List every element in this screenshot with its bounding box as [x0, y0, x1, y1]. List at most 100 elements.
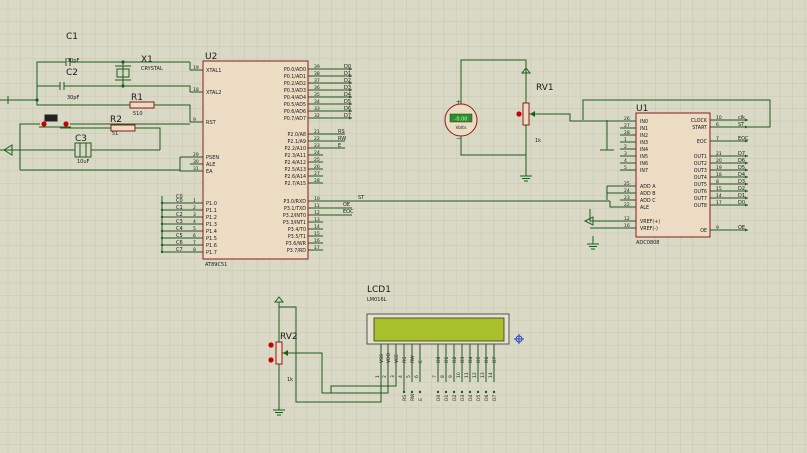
lcd-pin-number: 5: [406, 375, 412, 378]
u1-pin-name: OUT3: [694, 168, 707, 174]
u1-pin-name: IN5: [640, 154, 648, 160]
lcd-pin-number: 8: [440, 375, 446, 378]
u2-pin-number: 26: [314, 164, 320, 170]
bus-dot: [418, 390, 422, 394]
lcd-screen: [373, 317, 505, 342]
u2-pin-name: P1.1: [206, 208, 217, 214]
u1-pin-number: 7: [716, 136, 719, 142]
p0-net-label: D0: [344, 64, 351, 70]
lcd-net-label: RW: [410, 393, 416, 401]
u2-pin-number: 36: [314, 85, 320, 91]
lcd-net-label: D5: [476, 394, 482, 401]
u1-pin-name: IN3: [640, 140, 648, 146]
lcd-net-label: D2: [452, 394, 458, 401]
bus-dot: [468, 390, 472, 394]
u1-pin-number: 3: [624, 151, 627, 157]
u2-ref: U2: [205, 52, 217, 62]
lcd-pin-number: 13: [480, 372, 486, 378]
lcd-ref: LCD1: [367, 285, 391, 295]
u1-pin-name: IN7: [640, 168, 648, 174]
lcd-pin-name: D0: [436, 356, 442, 363]
c1-value: 30pF: [67, 58, 80, 64]
lcd-pin-name: VEE: [394, 354, 400, 363]
p2-net-label: RS: [338, 129, 345, 135]
u2-pin-number: 29: [193, 152, 199, 158]
lcd-pin-name: D3: [460, 356, 466, 363]
lcd-pin-number: 11: [464, 372, 470, 378]
u2-pin-name: P2.4/A12: [284, 160, 306, 166]
u2-pin-name: P2.2/A10: [284, 146, 306, 152]
u2-p0-net-labels: D0D1D2D3D4D5D6D7: [344, 64, 351, 119]
p2-net-label: RW: [338, 136, 346, 142]
u2-pin-name: P0.5/AD5: [284, 102, 306, 108]
rv1-value: 1k: [535, 138, 541, 144]
u2-pin-name: XTAL1: [206, 68, 221, 74]
u1-pin-number: 1: [624, 137, 627, 143]
u2-pin-name: P3.2/INT0: [283, 213, 306, 219]
lcd-net-label: D6: [484, 394, 490, 401]
u2-pin-name: P2.6/A14: [284, 174, 306, 180]
lcd-pin-number: 1: [375, 375, 381, 378]
p1-net-label: C4: [176, 226, 183, 232]
u1-pin-number: 26: [624, 116, 630, 122]
lcd-pin-number: 14: [488, 372, 494, 378]
r1-value: 510: [133, 111, 143, 117]
p1-net-label: C2: [176, 212, 183, 218]
u2-pin-name: P0.6/AD6: [284, 109, 306, 115]
u2-pin-name: P2.0/A8: [288, 132, 306, 138]
u1-pin-number: 18: [716, 172, 722, 178]
u2-pin-name: P1.3: [206, 222, 217, 228]
u1-pin-number: 9: [716, 225, 719, 231]
u2-pin-name: P3.0/RXD: [284, 199, 307, 205]
u1-net-label: D7: [738, 151, 745, 157]
rv1-body: [522, 102, 530, 126]
u2-pin-name: P2.3/A11: [284, 153, 306, 159]
c1-ref: C1: [66, 32, 78, 42]
u1-net-label: D2: [738, 186, 745, 192]
lcd-pin-name: D4: [468, 356, 474, 363]
u2-pin-name: P0.4/AD4: [284, 95, 306, 101]
rv2-value: 1k: [287, 377, 293, 383]
bus-dot: [410, 390, 414, 394]
u1-pin-name: IN0: [640, 119, 648, 125]
lcd-net-label: D4: [468, 394, 474, 401]
u1-pin-number: 8: [716, 179, 719, 185]
lcd-net-label: D3: [460, 394, 466, 401]
u1-pin-name: ADD C: [640, 198, 656, 204]
u2-pin-name: EA: [206, 169, 213, 175]
u2-pin-number: 8: [193, 247, 196, 253]
lcd-pin-name: D7: [492, 356, 498, 363]
u2-pin-number: 14: [314, 224, 320, 230]
u2-pin-name: P3.4/T0: [288, 227, 306, 233]
p0-net-label: D4: [344, 92, 351, 98]
u2-pin-name: P3.5/T1: [288, 234, 306, 240]
u2-pin-number: 10: [314, 196, 320, 202]
lcd-net-label: E: [418, 398, 424, 401]
x1-value: CRYSTAL: [141, 66, 163, 72]
u1-pin-name: OUT7: [694, 196, 707, 202]
voltmeter-unit: Volts: [456, 125, 467, 131]
rv1-ref: RV1: [536, 83, 554, 93]
u2-pin-name: P3.3/INT1: [283, 220, 306, 226]
u1-net-label: D4: [738, 172, 745, 178]
u1-pin-name: IN1: [640, 126, 648, 132]
lcd-pin-number: 10: [456, 372, 462, 378]
u2-pin-number: 37: [314, 78, 320, 84]
u2-pin-name: P1.4: [206, 229, 217, 235]
c2-ref: C2: [66, 68, 78, 78]
u1-net-label: D6: [738, 158, 745, 164]
lcd-part: LM016L: [367, 297, 387, 303]
p1-net-label: C3: [176, 219, 183, 225]
u2-pin-name: P1.5: [206, 236, 217, 242]
u2-pin-name: P3.1/TXD: [284, 206, 306, 212]
bus-dot: [484, 390, 488, 394]
u2-part: AT89C51: [205, 262, 227, 268]
u1-ref: U1: [636, 104, 648, 114]
u2-pin-number: 16: [314, 238, 320, 244]
lcd-pin-name: RS: [402, 357, 408, 363]
c2-value: 30pF: [67, 95, 80, 101]
u1-net-label: D5: [738, 165, 745, 171]
p1-net-label: C6: [176, 240, 183, 246]
u2-pin-name: ALE: [206, 162, 215, 168]
u2-pin-name: P0.3/AD3: [284, 88, 306, 94]
